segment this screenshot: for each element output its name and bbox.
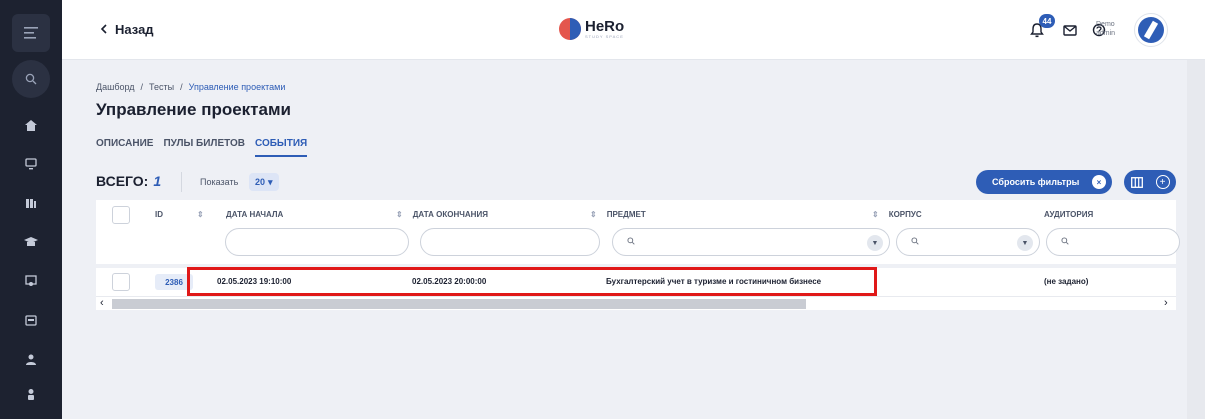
sort-icon[interactable]: ⇕ (396, 210, 403, 219)
user-icon[interactable] (23, 386, 39, 402)
row-id-link[interactable]: 2386 (155, 274, 193, 290)
sort-icon[interactable]: ⇕ (872, 210, 879, 219)
column-start-label: ДАТА НАЧАЛА (226, 210, 284, 219)
reset-filters-label: Сбросить фильтры (992, 177, 1080, 187)
filter-start-date[interactable] (225, 228, 409, 256)
sort-icon[interactable]: ⇕ (197, 210, 204, 219)
filter-room[interactable] (1046, 228, 1180, 256)
back-label: Назад (115, 22, 154, 37)
breadcrumb-current: Управление проектами (188, 82, 286, 92)
user-name-line1: Demo (1096, 21, 1115, 28)
avatar[interactable] (1134, 13, 1168, 47)
total-value: 1 (153, 173, 162, 189)
columns-icon (1130, 176, 1143, 188)
page-title: Управление проектами (96, 100, 291, 119)
row-checkbox[interactable] (112, 273, 130, 291)
breadcrumb: Дашборд / Тесты / Управление проектами (96, 82, 285, 92)
chevron-down-icon: ▾ (268, 176, 273, 187)
certificate-icon[interactable] (23, 273, 39, 289)
column-room-label: АУДИТОРИЯ (1044, 210, 1094, 219)
monitor-icon[interactable] (23, 156, 39, 172)
chevron-left-icon[interactable]: ‹ (100, 297, 104, 309)
column-id[interactable]: ID ⇕ (155, 210, 204, 219)
column-subject[interactable]: ⇕ ПРЕДМЕТ (590, 210, 646, 219)
search-icon (911, 237, 919, 247)
mail-button[interactable] (1060, 20, 1080, 40)
total-label: ВСЕГО: (96, 173, 149, 189)
chevron-down-icon[interactable]: ▼ (867, 235, 883, 251)
calendar-icon[interactable] (23, 312, 39, 328)
page-size-select[interactable]: 20 ▾ (249, 173, 279, 191)
filter-end-date[interactable] (420, 228, 600, 256)
mail-icon (1063, 24, 1077, 36)
notifications-button[interactable]: 44 (1027, 14, 1055, 40)
breadcrumb-tests[interactable]: Тесты (149, 82, 174, 92)
column-building[interactable]: ⇕ КОРПУС (872, 210, 922, 219)
graduation-cap-icon[interactable] (23, 234, 39, 250)
chevron-right-icon[interactable]: › (1164, 297, 1168, 309)
cell-room: (не задано) (1044, 277, 1089, 286)
breadcrumb-separator: / (180, 82, 183, 92)
column-building-label: КОРПУС (888, 210, 922, 219)
divider (181, 172, 182, 192)
tab-ticket-pools[interactable]: ПУЛЫ БИЛЕТОВ (163, 138, 245, 157)
page-size-label: Показать (200, 177, 239, 187)
notifications-badge: 44 (1039, 14, 1055, 28)
select-all-checkbox[interactable] (112, 206, 130, 224)
books-icon[interactable] (23, 195, 39, 211)
users-icon[interactable] (23, 351, 39, 367)
column-room[interactable]: АУДИТОРИЯ (1044, 210, 1093, 219)
logo-text: HeRo (585, 17, 625, 35)
hero-logo[interactable]: HeRo STUDY SPACE (559, 18, 624, 40)
home-icon[interactable] (23, 117, 39, 133)
column-start-date[interactable]: ДАТА НАЧАЛА (226, 210, 283, 219)
filter-building[interactable]: ▼ (896, 228, 1040, 256)
chevron-down-icon[interactable]: ▼ (1017, 235, 1033, 251)
columns-button[interactable]: + (1124, 170, 1176, 194)
search-icon[interactable] (12, 60, 50, 98)
close-icon: × (1092, 175, 1106, 189)
column-end-label: ДАТА ОКОНЧАНИЯ (412, 210, 488, 219)
logo-subtitle: STUDY SPACE (585, 33, 624, 39)
reset-filters-button[interactable]: Сбросить фильтры × (976, 170, 1112, 194)
page-size-value: 20 (255, 177, 266, 187)
left-rail (0, 0, 62, 419)
search-icon (627, 237, 635, 247)
avatar-logo-icon (1138, 17, 1164, 43)
tab-events[interactable]: СОБЫТИЯ (254, 138, 308, 157)
user-name-line2: admin (1096, 30, 1116, 37)
search-icon (1061, 237, 1069, 247)
plus-icon: + (1155, 175, 1170, 189)
cell-end-date: 02.05.2023 20:00:00 (412, 277, 487, 286)
filter-subject[interactable]: ▼ (612, 228, 890, 256)
column-end-date[interactable]: ⇕ ДАТА ОКОНЧАНИЯ (396, 210, 488, 219)
top-header: Назад HeRo STUDY SPACE 44 Demo admin (62, 0, 1205, 60)
back-button[interactable]: Назад (100, 22, 154, 37)
page-edge (1187, 60, 1205, 419)
logo-mark-icon (559, 18, 581, 40)
cell-start-date: 02.05.2023 19:10:00 (217, 277, 292, 286)
sort-icon[interactable]: ⇕ (590, 210, 597, 219)
scrollbar-thumb[interactable] (112, 299, 806, 309)
breadcrumb-separator: / (140, 82, 144, 92)
total-count: ВСЕГО: 1 (96, 173, 161, 189)
user-name[interactable]: Demo admin (1096, 20, 1115, 38)
breadcrumb-dashboard[interactable]: Дашборд (96, 82, 135, 92)
tab-bar: ОПИСАНИЕ ПУЛЫ БИЛЕТОВ СОБЫТИЯ (96, 138, 308, 157)
tab-description[interactable]: ОПИСАНИЕ (96, 138, 153, 157)
column-subject-label: ПРЕДМЕТ (606, 210, 646, 219)
menu-icon[interactable] (12, 14, 50, 52)
chevron-left-icon (100, 22, 107, 37)
column-id-label: ID (155, 210, 163, 219)
horizontal-scrollbar[interactable]: ‹ › (96, 296, 1176, 310)
cell-subject: Бухгалтерский учет в туризме и гостиничн… (606, 277, 822, 286)
table-header: ID ⇕ ДАТА НАЧАЛА ⇕ ДАТА ОКОНЧАНИЯ ⇕ ПРЕД… (96, 200, 1180, 264)
table-row[interactable]: 2386 02.05.2023 19:10:00 02.05.2023 20:0… (96, 268, 1176, 296)
